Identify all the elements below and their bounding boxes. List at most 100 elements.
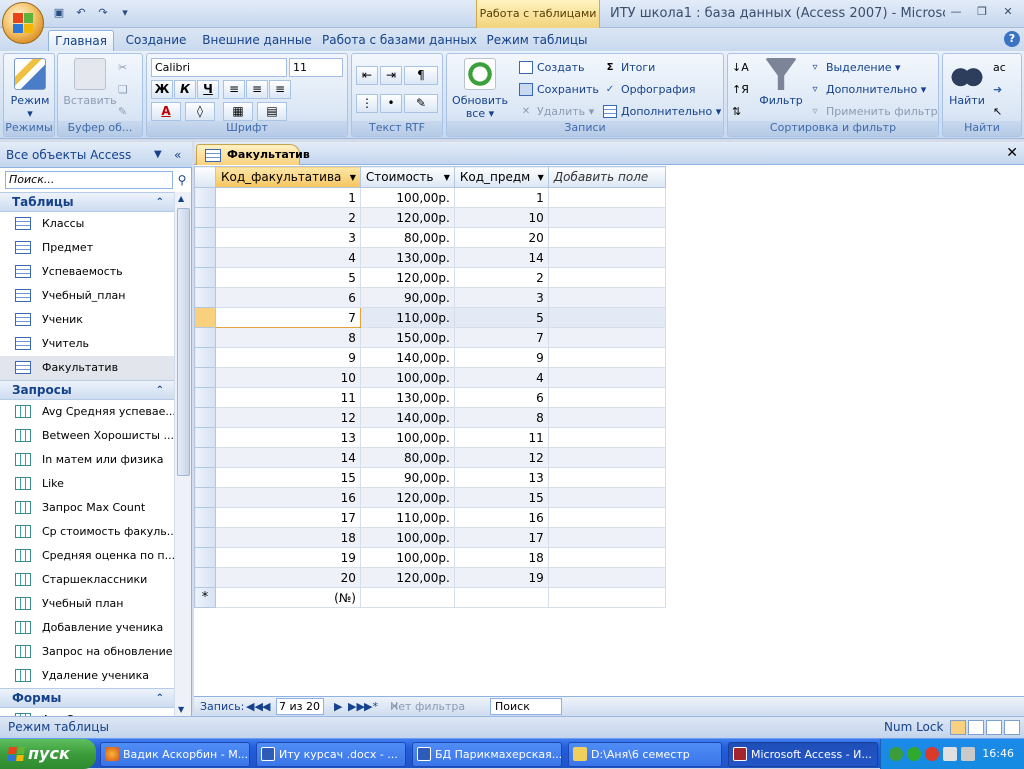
nav-item[interactable]: Классы	[0, 212, 174, 236]
table-cell[interactable]: 120,00р.	[359, 207, 455, 228]
table-row[interactable]: 10 100,00р. 4	[194, 367, 1024, 388]
nav-item[interactable]: Ср стоимость факуль...	[0, 520, 174, 544]
table-cell[interactable]: 4	[453, 367, 549, 388]
table-cell[interactable]: 20	[214, 567, 361, 588]
column-header[interactable]: Код_факультатива ▼	[214, 166, 361, 188]
table-cell[interactable]: 7	[453, 327, 549, 348]
add-field-cell[interactable]	[547, 487, 666, 508]
first-record-icon[interactable]: ◀◀	[246, 697, 263, 716]
table-row[interactable]: 8 150,00р. 7	[194, 327, 1024, 348]
bullets-icon[interactable]: •	[380, 94, 402, 113]
table-cell[interactable]: 11	[453, 427, 549, 448]
refresh-all-button[interactable]: Обновить все ▾	[449, 58, 511, 120]
office-button[interactable]	[2, 2, 44, 44]
add-field-cell[interactable]	[547, 247, 666, 268]
tab-datasheet[interactable]: Режим таблицы	[484, 30, 590, 51]
table-cell[interactable]: 120,00р.	[359, 487, 455, 508]
sort-ascending-icon[interactable]: ↓А	[732, 58, 749, 77]
row-selector[interactable]	[194, 447, 216, 468]
search-icon[interactable]: ⚲	[174, 171, 190, 189]
view-button[interactable]: Режим ▾	[8, 58, 52, 120]
nav-search-input[interactable]: Поиск...	[5, 171, 173, 189]
table-cell[interactable]: 18	[214, 527, 361, 548]
nav-item[interactable]: Avg Средняя успевае...	[0, 708, 174, 716]
table-cell[interactable]: 19	[453, 567, 549, 588]
minimize-button[interactable]: —	[944, 4, 968, 22]
table-cell[interactable]: 9	[214, 347, 361, 368]
table-cell[interactable]: 90,00р.	[359, 287, 455, 308]
row-selector[interactable]	[194, 567, 216, 588]
selection-filter-button[interactable]: ▿ Выделение ▾	[806, 58, 900, 77]
totals-button[interactable]: Σ Итоги	[601, 58, 656, 77]
next-record-icon[interactable]: ▶	[334, 697, 342, 716]
new-record-nav-icon[interactable]: ▶*	[364, 697, 378, 716]
new-row[interactable]: * (№)	[194, 587, 1024, 608]
table-cell[interactable]: 11	[214, 387, 361, 408]
table-cell[interactable]: 2	[453, 267, 549, 288]
row-selector[interactable]	[194, 247, 216, 268]
table-cell[interactable]: 150,00р.	[359, 327, 455, 348]
table-row[interactable]: 4 130,00р. 14	[194, 247, 1024, 268]
row-selector[interactable]	[194, 287, 216, 308]
table-cell[interactable]	[453, 587, 549, 608]
column-dropdown-icon[interactable]: ▼	[538, 167, 544, 188]
table-cell[interactable]: 100,00р.	[359, 427, 455, 448]
nav-item[interactable]: Старшеклассники	[0, 568, 174, 592]
row-selector[interactable]	[194, 547, 216, 568]
column-header[interactable]: Стоимость ▼	[359, 166, 455, 188]
table-cell[interactable]: 15	[214, 467, 361, 488]
nav-item[interactable]: Добавление ученика	[0, 616, 174, 640]
nav-item[interactable]: Between Хорошисты ...	[0, 424, 174, 448]
table-cell[interactable]: 80,00р.	[359, 447, 455, 468]
clear-sort-icon[interactable]: ⇅	[732, 102, 741, 121]
pivot-table-view-icon[interactable]	[968, 720, 984, 735]
column-header[interactable]: Добавить поле	[547, 166, 666, 188]
table-cell[interactable]: 17	[214, 507, 361, 528]
row-selector[interactable]	[194, 227, 216, 248]
table-cell[interactable]: 15	[453, 487, 549, 508]
align-left-icon[interactable]: ≡	[223, 80, 245, 99]
row-selector[interactable]	[194, 207, 216, 228]
new-record-button[interactable]: Создать	[517, 58, 585, 77]
add-field-cell[interactable]	[547, 387, 666, 408]
add-field-cell[interactable]	[547, 507, 666, 528]
table-cell[interactable]: 20	[453, 227, 549, 248]
nav-dropdown-icon[interactable]: ▼	[154, 142, 162, 168]
table-cell[interactable]: 140,00р.	[359, 407, 455, 428]
fill-color-icon[interactable]: ◊	[185, 102, 215, 121]
table-cell[interactable]: 6	[453, 387, 549, 408]
table-cell[interactable]: 3	[453, 287, 549, 308]
italic-button[interactable]: К	[174, 80, 196, 99]
table-row[interactable]: 12 140,00р. 8	[194, 407, 1024, 428]
table-row[interactable]: 19 100,00р. 18	[194, 547, 1024, 568]
nav-item[interactable]: Запрос на обновление	[0, 640, 174, 664]
add-field-cell[interactable]	[547, 327, 666, 348]
prev-record-icon[interactable]: ◀	[262, 697, 270, 716]
help-icon[interactable]: ?	[1004, 31, 1020, 47]
table-cell[interactable]: 2	[214, 207, 361, 228]
table-cell[interactable]: 18	[453, 547, 549, 568]
language-icon[interactable]	[943, 747, 957, 761]
nav-item[interactable]: Like	[0, 472, 174, 496]
row-selector[interactable]	[194, 387, 216, 408]
delete-record-button[interactable]: ✕ Удалить ▾	[517, 102, 594, 121]
tab-database-tools[interactable]: Работа с базами данных	[322, 30, 477, 51]
collapse-section-icon[interactable]: ⌃	[156, 193, 164, 212]
table-cell[interactable]: 4	[214, 247, 361, 268]
add-field-cell[interactable]	[547, 207, 666, 228]
row-selector[interactable]	[194, 527, 216, 548]
add-field-cell[interactable]	[547, 567, 666, 588]
row-selector[interactable]	[194, 187, 216, 208]
table-row[interactable]: 5 120,00р. 2	[194, 267, 1024, 288]
row-selector[interactable]	[194, 507, 216, 528]
table-cell[interactable]: 12	[214, 407, 361, 428]
bold-button[interactable]: Ж	[151, 80, 173, 99]
task-word-1[interactable]: Иту курсач .docx - ...	[256, 742, 406, 767]
save-record-button[interactable]: Сохранить	[517, 80, 599, 99]
task-firefox[interactable]: Вадик Аскорбин - М...	[100, 742, 250, 767]
table-cell[interactable]: 16	[214, 487, 361, 508]
table-row[interactable]: 18 100,00р. 17	[194, 527, 1024, 548]
add-field-cell[interactable]	[547, 427, 666, 448]
table-cell[interactable]: 110,00р.	[359, 307, 455, 328]
increase-indent-icon[interactable]: ⇥	[380, 66, 402, 85]
